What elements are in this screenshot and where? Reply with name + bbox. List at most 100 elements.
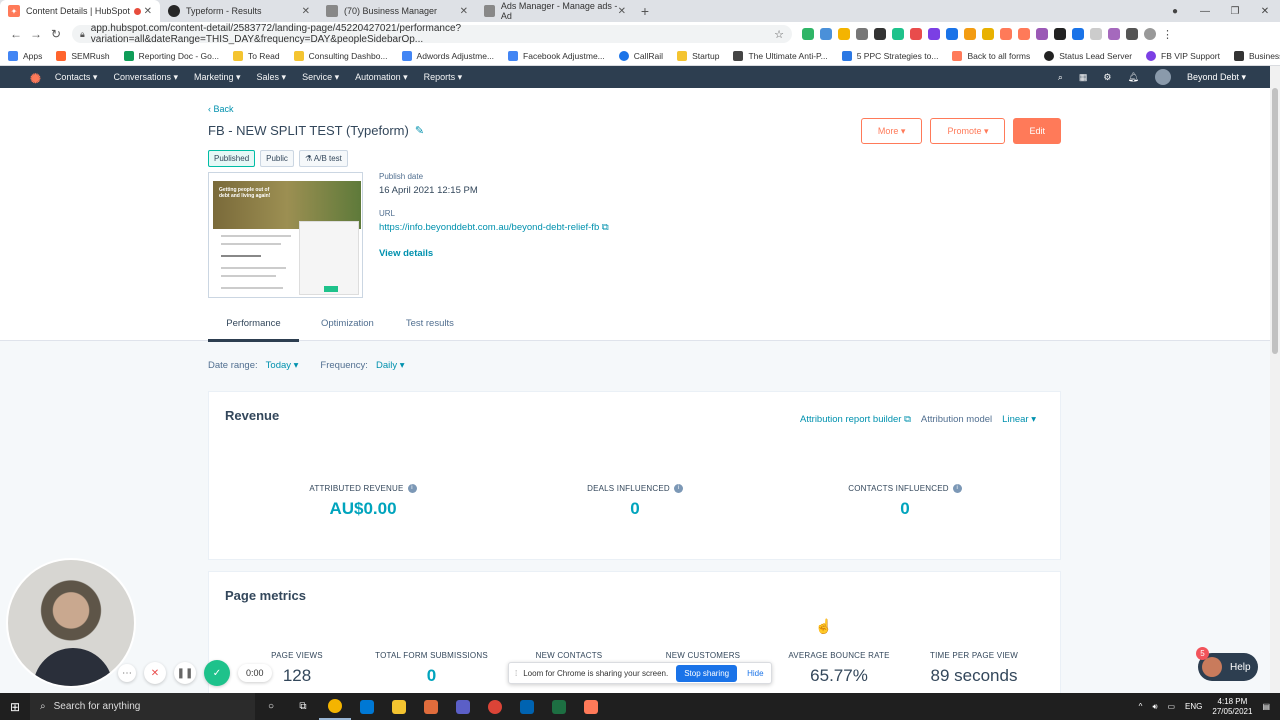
bookmark-item[interactable]: Back to all forms — [952, 50, 1030, 61]
finish-recording-icon[interactable]: ✓ — [204, 660, 230, 686]
extension-icon[interactable] — [1018, 28, 1030, 40]
edit-button[interactable]: Edit — [1013, 118, 1061, 144]
promote-button[interactable]: Promote ▾ — [930, 118, 1006, 144]
extension-icon[interactable] — [910, 28, 922, 40]
date-range-dropdown[interactable]: Today ▾ — [266, 360, 299, 371]
info-icon[interactable]: i — [952, 484, 962, 494]
network-icon[interactable]: ▭ — [1167, 702, 1175, 711]
bookmark-item[interactable]: 5 PPC Strategies to... — [841, 50, 938, 61]
excel-icon[interactable] — [543, 693, 575, 720]
hubspot-logo-icon[interactable]: ✺ — [30, 71, 41, 87]
extension-icon[interactable] — [1000, 28, 1012, 40]
extension-icon[interactable] — [874, 28, 886, 40]
nav-conversations[interactable]: Conversations ▾ — [113, 72, 178, 83]
close-window-icon[interactable]: ✕ — [1250, 6, 1280, 17]
bookmark-item[interactable]: Adwords Adjustme... — [401, 50, 494, 61]
forward-arrow-icon[interactable]: → — [26, 27, 46, 41]
bookmark-item[interactable]: Facebook Adjustme... — [508, 50, 605, 61]
tray-chevron-icon[interactable]: ^ — [1139, 702, 1143, 711]
drag-handle-icon[interactable]: ⁞ — [515, 669, 517, 678]
windows-start-icon[interactable]: ⊞ — [0, 700, 30, 714]
account-menu[interactable]: Beyond Debt ▾ — [1187, 72, 1246, 83]
more-button[interactable]: More ▾ — [860, 118, 923, 144]
bookmark-item[interactable]: Startup — [677, 50, 719, 61]
bookmark-item[interactable]: Reporting Doc - Go... — [123, 50, 219, 61]
bookmark-item[interactable]: Status Lead Server — [1044, 50, 1132, 61]
close-tab-icon[interactable]: ✕ — [618, 6, 626, 17]
bookmark-item[interactable]: Business Manager — [1233, 50, 1280, 61]
nav-automation[interactable]: Automation ▾ — [355, 72, 408, 83]
extension-icon[interactable] — [1036, 28, 1048, 40]
bookmark-item[interactable]: CallRail — [618, 50, 663, 61]
edit-pencil-icon[interactable]: ✎ — [415, 124, 424, 137]
extension-icon[interactable] — [892, 28, 904, 40]
notifications-bell-icon[interactable]: 🔔︎ — [1128, 72, 1139, 83]
browser-tab-business-manager[interactable]: (70) Business Manager ✕ — [318, 0, 476, 22]
hubspot-app-icon[interactable] — [575, 693, 607, 720]
info-icon[interactable]: i — [407, 484, 417, 494]
tab-performance[interactable]: Performance — [208, 314, 299, 342]
url-field[interactable]: 🔒︎ app.hubspot.com/content-detail/258377… — [72, 23, 792, 45]
calculator-icon[interactable] — [511, 693, 543, 720]
browser-tab-ads-manager[interactable]: Ads Manager - Manage ads - Ad ✕ — [476, 0, 634, 22]
settings-gear-icon[interactable]: ⚙ — [1103, 72, 1111, 83]
help-chat-widget[interactable]: 5 Help — [1196, 647, 1258, 681]
extension-icon[interactable] — [1108, 28, 1120, 40]
bookmark-item[interactable]: Consulting Dashbo... — [293, 50, 388, 61]
scrollbar-thumb[interactable] — [1272, 88, 1278, 354]
extension-icon[interactable] — [856, 28, 868, 40]
task-view-icon[interactable]: ⧉ — [287, 693, 319, 720]
menu-dots-icon[interactable]: ⋮ — [1162, 28, 1173, 41]
close-tab-icon[interactable]: ✕ — [302, 6, 310, 17]
teams-icon[interactable] — [447, 693, 479, 720]
taskbar-clock[interactable]: 4:18 PM 27/05/2021 — [1212, 697, 1252, 716]
bookmark-item[interactable]: Apps — [8, 50, 42, 61]
avatar[interactable] — [1154, 69, 1171, 85]
outlook-icon[interactable] — [351, 693, 383, 720]
restore-icon[interactable]: ❐ — [1220, 6, 1250, 17]
cortana-icon[interactable]: ○ — [255, 693, 287, 720]
info-icon[interactable]: i — [673, 484, 683, 494]
extension-icon[interactable] — [928, 28, 940, 40]
bookmark-star-icon[interactable]: ☆ — [774, 28, 784, 41]
close-tab-icon[interactable]: ✕ — [460, 6, 468, 17]
bookmark-item[interactable]: The Ultimate Anti-P... — [733, 50, 828, 61]
file-explorer-icon[interactable] — [383, 693, 415, 720]
attribution-model-dropdown[interactable]: Linear ▾ — [1002, 414, 1036, 425]
browser-tab-hubspot[interactable]: ✦ Content Details | HubSpot ✕ — [0, 0, 160, 22]
nav-reports[interactable]: Reports ▾ — [424, 72, 463, 83]
tab-test-results[interactable]: Test results — [396, 314, 464, 342]
pause-icon[interactable]: ❚❚ — [174, 662, 196, 684]
cancel-recording-icon[interactable]: ✕ — [144, 662, 166, 684]
back-arrow-icon[interactable]: ← — [6, 27, 26, 41]
nav-service[interactable]: Service ▾ — [302, 72, 339, 83]
profile-icon[interactable]: ● — [1160, 6, 1190, 17]
extension-icon[interactable] — [982, 28, 994, 40]
extension-icon[interactable] — [802, 28, 814, 40]
page-preview-thumbnail[interactable]: Getting people out of debt and living ag… — [208, 172, 363, 298]
page-scrollbar[interactable] — [1270, 66, 1280, 693]
back-link[interactable]: ‹ Back — [208, 104, 234, 114]
minimize-icon[interactable]: — — [1190, 6, 1220, 17]
extension-icon[interactable] — [1054, 28, 1066, 40]
bookmark-item[interactable]: To Read — [232, 50, 280, 61]
app-icon[interactable] — [415, 693, 447, 720]
attribution-report-builder-link[interactable]: Attribution report builder ⧉ — [800, 414, 911, 425]
view-details-link[interactable]: View details — [379, 248, 609, 259]
search-icon[interactable]: ⌕ — [1058, 72, 1063, 83]
stop-sharing-button[interactable]: Stop sharing — [676, 664, 738, 682]
bookmark-item[interactable]: FB VIP Support — [1146, 50, 1220, 61]
profile-avatar-icon[interactable] — [1144, 28, 1156, 40]
extension-icon[interactable] — [1072, 28, 1084, 40]
close-tab-icon[interactable]: ✕ — [144, 6, 152, 17]
bookmark-item[interactable]: SEMRush — [56, 50, 110, 61]
chrome-profile-icon[interactable] — [479, 693, 511, 720]
extension-icon[interactable] — [946, 28, 958, 40]
nav-sales[interactable]: Sales ▾ — [257, 72, 287, 83]
nav-marketing[interactable]: Marketing ▾ — [194, 72, 241, 83]
extension-icon[interactable] — [820, 28, 832, 40]
new-tab-button[interactable]: + — [634, 0, 656, 22]
tab-optimization[interactable]: Optimization — [311, 314, 384, 342]
frequency-dropdown[interactable]: Daily ▾ — [376, 360, 405, 371]
more-options-icon[interactable]: ⋯ — [118, 664, 136, 682]
